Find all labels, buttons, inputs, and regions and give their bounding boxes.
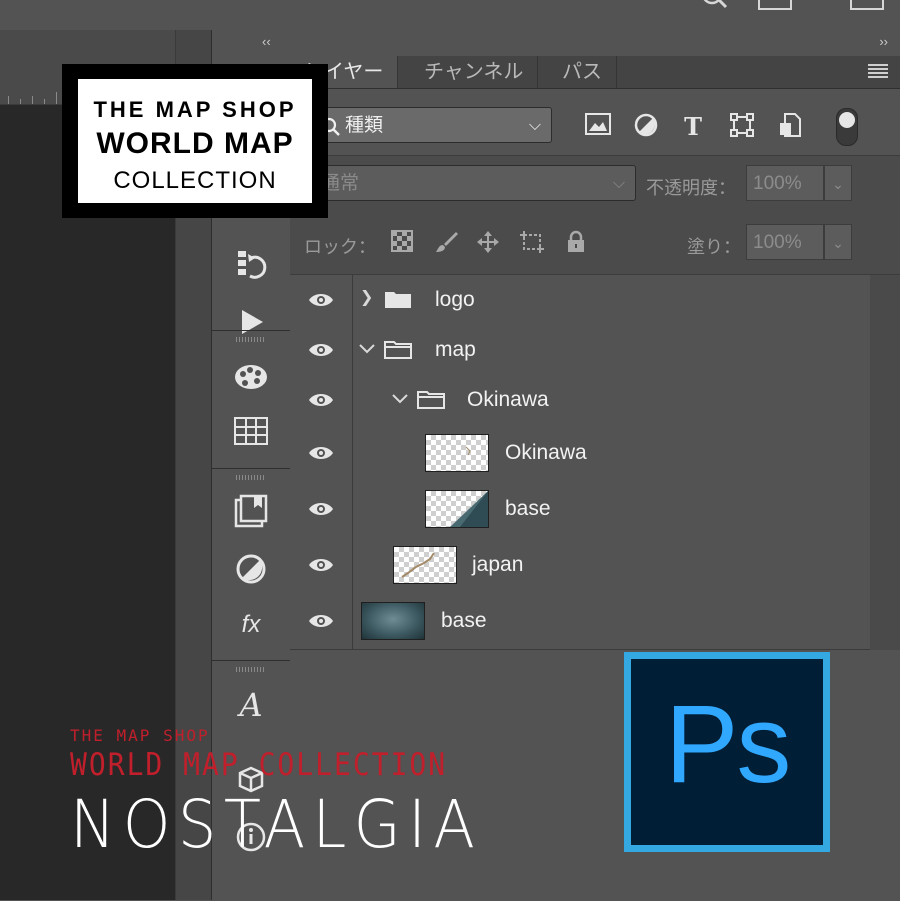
- photoshop-logo: Ps: [624, 652, 830, 852]
- layers-scrollbar[interactable]: [870, 275, 900, 650]
- app-top-bar: [0, 0, 900, 31]
- visibility-eye-icon[interactable]: [290, 425, 353, 481]
- lock-paint-brush-icon[interactable]: [432, 230, 460, 258]
- layer-row[interactable]: Okinawa: [290, 425, 870, 482]
- visibility-eye-icon[interactable]: [290, 593, 353, 649]
- chevron-down-icon: ⌵: [612, 175, 625, 192]
- lock-label: ロック：: [304, 237, 376, 257]
- collapse-panels-button[interactable]: ‹‹: [262, 34, 271, 49]
- fill-label: 塗り：: [687, 237, 741, 257]
- lock-all-padlock-icon[interactable]: [562, 230, 590, 258]
- nostalgia-line-3: NOSTALGIA: [70, 786, 483, 863]
- opacity-input[interactable]: 100%: [746, 165, 824, 201]
- fill-input[interactable]: 100%: [746, 224, 824, 260]
- filter-type-icon[interactable]: T: [679, 113, 707, 141]
- filter-kind-label: 種類: [345, 115, 384, 136]
- filter-shape-icon[interactable]: [728, 113, 756, 141]
- tool-group-2: [212, 330, 290, 467]
- filter-smart-object-icon[interactable]: [776, 113, 804, 141]
- nostalgia-line-1: THE MAP SHOP: [70, 726, 210, 745]
- layer-thumbnail: [393, 546, 457, 584]
- layer-thumbnail: [425, 490, 489, 528]
- opacity-label: 不透明度：: [646, 178, 736, 198]
- swatches-palette-icon[interactable]: [233, 359, 269, 395]
- styles-fx-icon[interactable]: fx: [233, 607, 269, 643]
- chevron-down-icon[interactable]: [391, 393, 409, 405]
- tab-paths[interactable]: パス: [548, 56, 617, 88]
- opacity-dropdown[interactable]: ⌄: [824, 165, 852, 201]
- layer-row[interactable]: base: [290, 481, 870, 538]
- chevron-right-icon[interactable]: ❯: [360, 287, 373, 307]
- tool-group-3: fx: [212, 468, 290, 659]
- layer-name: japan: [472, 553, 524, 576]
- filter-pixel-icon[interactable]: [584, 113, 612, 141]
- photoshop-logo-inner: Ps: [631, 659, 823, 845]
- tab-channels[interactable]: チャンネル: [410, 56, 539, 88]
- badge-inner: THE MAP SHOP WORLD MAP COLLECTION: [78, 79, 312, 203]
- fill-dropdown[interactable]: ⌄: [824, 224, 852, 260]
- libraries-icon[interactable]: [233, 493, 269, 529]
- layer-thumbnail: [361, 602, 425, 640]
- badge-line-3: COLLECTION: [113, 167, 277, 194]
- layer-row[interactable]: Okinawa: [290, 375, 870, 426]
- layer-row[interactable]: map: [290, 325, 870, 376]
- folder-icon: [385, 292, 411, 308]
- panel-menu-icon[interactable]: [868, 64, 888, 78]
- chevron-down-icon: ⌵: [528, 117, 541, 134]
- nostalgia-line-2: WORLD MAP COLLECTION: [70, 746, 448, 783]
- map-shop-logo-badge: THE MAP SHOP WORLD MAP COLLECTION: [62, 64, 328, 218]
- layer-thumbnail: [425, 434, 489, 472]
- workspace-icon[interactable]: [758, 0, 792, 10]
- layer-row[interactable]: japan: [290, 537, 870, 594]
- arrange-icon[interactable]: [850, 0, 884, 10]
- photoshop-logo-text: Ps: [665, 683, 791, 806]
- visibility-eye-icon[interactable]: [290, 537, 353, 593]
- adjustments-icon[interactable]: [233, 551, 269, 587]
- layers-list: ❯ logo map Okinawa Okinawa base japan ba…: [290, 275, 870, 650]
- filter-toggle-switch[interactable]: [836, 108, 858, 146]
- lock-position-move-icon[interactable]: [474, 230, 502, 258]
- search-icon[interactable]: [700, 0, 730, 10]
- layer-filter-select[interactable]: 種類 ⌵: [310, 107, 552, 143]
- layer-row[interactable]: base: [290, 593, 870, 650]
- expand-panels-button[interactable]: ››: [879, 34, 888, 49]
- lock-artboard-icon[interactable]: [518, 230, 546, 258]
- layer-name: Okinawa: [505, 441, 587, 464]
- layer-name: Okinawa: [467, 388, 549, 411]
- layer-name: map: [435, 338, 476, 361]
- panel-tabs: レイヤー チャンネル パス: [290, 56, 900, 89]
- layer-row[interactable]: ❯ logo: [290, 275, 870, 326]
- layer-name: base: [505, 497, 551, 520]
- visibility-eye-icon[interactable]: [290, 325, 353, 375]
- visibility-eye-icon[interactable]: [290, 481, 353, 537]
- chevron-down-icon[interactable]: [358, 343, 376, 355]
- filter-adjustment-icon[interactable]: [632, 113, 660, 141]
- visibility-eye-icon[interactable]: [290, 275, 353, 325]
- panel-header: ››: [290, 30, 900, 56]
- patterns-grid-icon[interactable]: [233, 413, 269, 449]
- layer-name: base: [441, 609, 487, 632]
- character-styles-icon[interactable]: A: [233, 686, 269, 724]
- badge-line-1: THE MAP SHOP: [93, 97, 297, 122]
- lock-transparency-icon[interactable]: [388, 230, 416, 258]
- folder-open-icon: [384, 341, 412, 359]
- folder-open-icon: [417, 391, 445, 409]
- visibility-eye-icon[interactable]: [290, 375, 353, 425]
- blend-mode-select[interactable]: 通常 ⌵: [310, 165, 636, 201]
- history-icon[interactable]: [233, 246, 269, 282]
- layer-name: logo: [435, 288, 475, 311]
- badge-line-2: WORLD MAP: [96, 127, 294, 160]
